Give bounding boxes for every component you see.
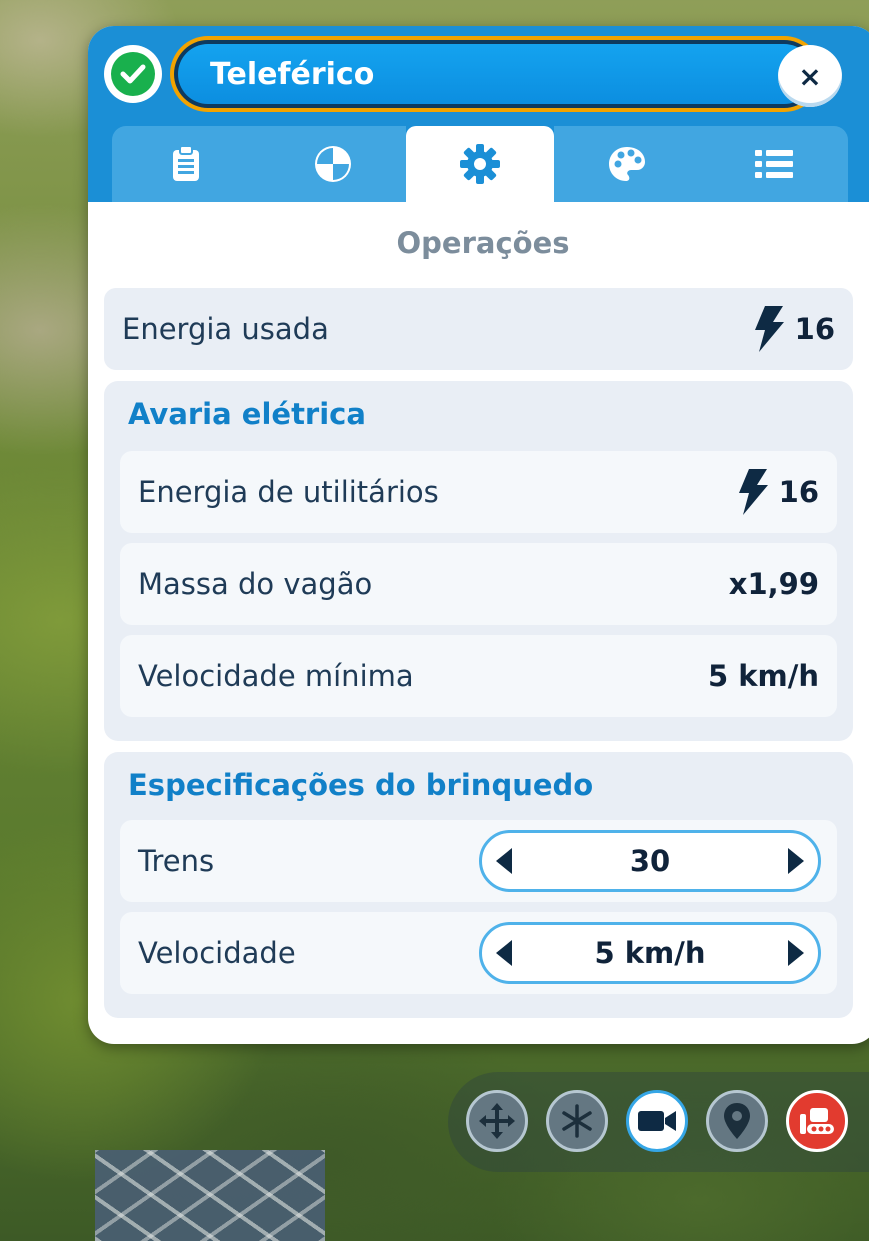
utility-power-row: Energia de utilitários 16 <box>120 451 837 533</box>
clipboard-icon <box>172 145 199 181</box>
section-title: Operações <box>396 226 570 260</box>
min-speed-row: Velocidade mínima 5 km/h <box>120 635 837 717</box>
rating-icon <box>314 146 351 182</box>
speed-label: Velocidade <box>138 936 296 970</box>
close-icon: × <box>798 59 822 93</box>
utility-power-label: Energia de utilitários <box>138 475 439 509</box>
tab-appearance[interactable] <box>553 126 701 202</box>
ride-name-text: Teleférico <box>178 44 814 104</box>
lightning-icon <box>754 306 784 352</box>
specs-title: Especificações do brinquedo <box>128 768 594 802</box>
increase-arrow-icon[interactable] <box>787 940 804 966</box>
camera-button[interactable] <box>626 1090 688 1152</box>
trains-row: Trens 30 <box>120 820 837 902</box>
ride-specs-group: Especificações do brinquedo Trens 30 Vel… <box>104 752 853 1018</box>
power-used-row: Energia usada 16 <box>104 288 853 370</box>
camera-icon <box>638 1111 676 1131</box>
move-icon <box>479 1103 515 1139</box>
locate-button[interactable] <box>706 1090 768 1152</box>
trains-stepper[interactable]: 30 <box>479 830 821 892</box>
tab-rating[interactable] <box>259 126 407 202</box>
power-used-label: Energia usada <box>122 312 329 346</box>
car-mass-value: x1,99 <box>728 567 819 601</box>
tab-list[interactable] <box>700 126 849 202</box>
move-button[interactable] <box>466 1090 528 1152</box>
trains-value: 30 <box>629 844 671 878</box>
min-speed-value: 5 km/h <box>707 659 819 693</box>
ride-info-panel: Teleférico × Operações Energia usada 16 … <box>88 26 869 1044</box>
freeze-icon <box>562 1104 592 1138</box>
speed-row: Velocidade 5 km/h <box>120 912 837 994</box>
bottom-toolbar <box>448 1072 869 1172</box>
electrical-breakdown-group: Avaria elétrica Energia de utilitários 1… <box>104 381 853 741</box>
speed-stepper[interactable]: 5 km/h <box>479 922 821 984</box>
decrease-arrow-icon[interactable] <box>496 940 512 966</box>
list-icon <box>755 150 794 178</box>
car-mass-label: Massa do vagão <box>138 567 373 601</box>
min-speed-label: Velocidade mínima <box>138 659 414 693</box>
background-scenery <box>95 1150 325 1241</box>
ride-name-input[interactable]: Teleférico <box>170 36 822 112</box>
palette-icon <box>609 147 646 181</box>
utility-power-value: 16 <box>778 475 819 509</box>
car-mass-row: Massa do vagão x1,99 <box>120 543 837 625</box>
lightning-icon <box>738 469 768 515</box>
power-used-value: 16 <box>794 312 835 346</box>
bulldozer-icon <box>800 1108 834 1134</box>
panel-header: Teleférico × <box>88 26 869 202</box>
increase-arrow-icon[interactable] <box>787 848 804 874</box>
decrease-arrow-icon[interactable] <box>496 848 512 874</box>
trains-label: Trens <box>138 844 215 878</box>
freeze-button[interactable] <box>546 1090 608 1152</box>
status-ok-icon[interactable] <box>104 45 162 103</box>
demolish-button[interactable] <box>786 1090 848 1152</box>
tab-bar <box>112 126 849 202</box>
tab-operations[interactable] <box>406 126 554 202</box>
speed-value: 5 km/h <box>594 936 706 970</box>
breakdown-title: Avaria elétrica <box>128 397 366 431</box>
tab-info[interactable] <box>112 126 260 202</box>
gear-icon <box>460 144 500 184</box>
location-pin-icon <box>724 1103 750 1139</box>
close-button[interactable]: × <box>778 45 842 107</box>
